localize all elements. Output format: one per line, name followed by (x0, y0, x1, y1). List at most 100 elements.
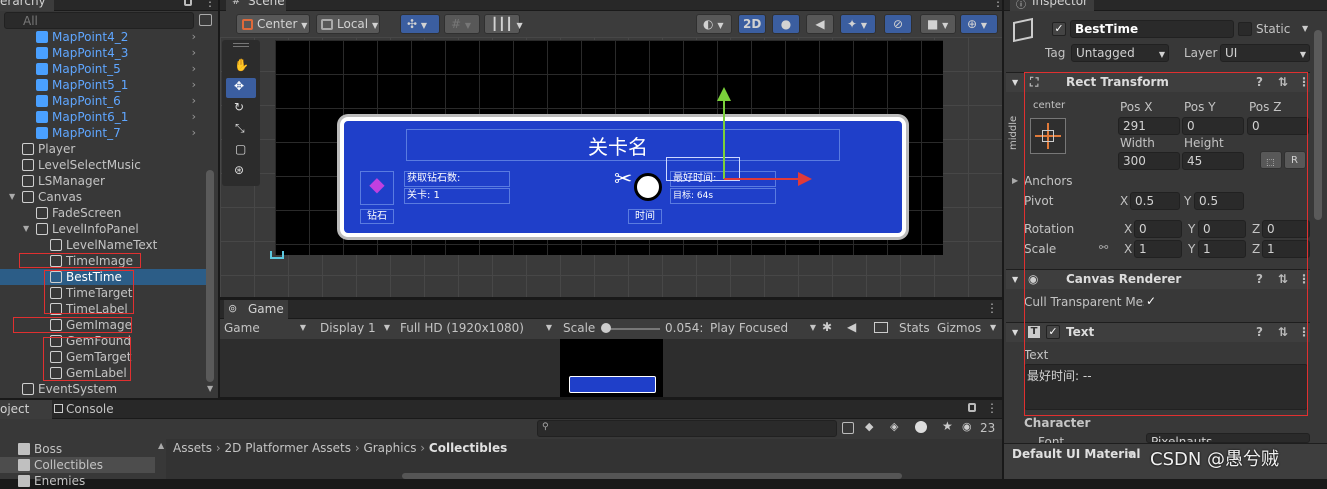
chevron-down-icon[interactable]: ▼ (1128, 450, 1134, 459)
more-menu-icon[interactable]: ⋮ (204, 0, 216, 9)
scroll-up-arrow-icon[interactable]: ▲ (158, 441, 164, 450)
hierarchy-item[interactable]: EventSystem (0, 381, 206, 397)
resolution-dropdown[interactable]: Full HD (1920x1080) ▼ (400, 321, 552, 335)
project-search-input[interactable] (537, 420, 837, 437)
hierarchy-item[interactable]: MapPoint4_3 › (0, 45, 206, 61)
hierarchy-item[interactable]: MapPoint_6 › (0, 93, 206, 109)
bug-icon[interactable]: ✱ (822, 320, 832, 334)
audio-toggle[interactable]: ◀ (806, 14, 834, 34)
chevron-right-icon[interactable]: › (192, 109, 196, 125)
star-icon[interactable]: ★ (942, 419, 953, 433)
foldout-arrow-icon[interactable]: ▶ (1012, 176, 1018, 185)
ruler-snap-button[interactable]: ┃┃┃ ▼ (484, 14, 523, 34)
scene-viewport[interactable]: 关卡名 ◆ 获取钻石数: 关卡: 1 钻石 ✂ 最好时间: 目标: 64s 时间 (220, 37, 1002, 297)
folder-item[interactable]: Boss (0, 441, 166, 457)
material-preview-title[interactable]: Default UI Material (1012, 447, 1141, 461)
tools-grip-icon[interactable] (233, 43, 249, 47)
rotate-tool-button[interactable]: ↻ (226, 99, 256, 119)
chevron-right-icon[interactable]: › (192, 93, 196, 109)
folder-item[interactable]: Collectibles (0, 457, 155, 473)
draw-mode-button[interactable]: ◐ ▼ (696, 14, 732, 34)
chevron-right-icon[interactable]: › (192, 125, 196, 141)
camera-dropdown[interactable]: ■ ▼ (920, 14, 956, 34)
search-by-type-icon[interactable] (199, 14, 212, 26)
move-tool-button[interactable]: ✥ (226, 78, 256, 98)
chevron-right-icon[interactable]: › (192, 61, 196, 77)
hierarchy-scrollbar[interactable] (206, 170, 214, 382)
move-gizmo-x-axis[interactable] (724, 178, 800, 180)
hand-tool-button[interactable]: ✋ (226, 57, 256, 77)
search-by-type-icon[interactable] (842, 422, 854, 434)
stats-button[interactable]: Stats (899, 321, 930, 335)
move-gizmo-y-arrow-icon[interactable] (717, 87, 731, 101)
static-checkbox[interactable] (1238, 22, 1252, 36)
font-object-field[interactable]: Pixelnauts (1146, 433, 1310, 443)
game-view-area[interactable] (220, 339, 1002, 397)
foldout-arrow-icon[interactable]: ▼ (9, 189, 15, 205)
scale-tool-button[interactable]: ⤡ (226, 120, 256, 140)
hierarchy-item[interactable]: MapPoint4_2 › (0, 29, 206, 45)
hierarchy-item[interactable]: LSManager (0, 173, 206, 189)
lock-icon[interactable] (968, 403, 976, 412)
2d-mode-toggle[interactable]: 2D (738, 14, 766, 34)
hierarchy-item[interactable]: ▼ Canvas (0, 189, 206, 205)
foldout-arrow-icon[interactable]: ▼ (23, 221, 29, 237)
breadcrumb-item[interactable]: Graphics (363, 441, 416, 455)
folder-item[interactable]: Enemies (0, 473, 166, 489)
chevron-right-icon[interactable]: › (192, 77, 196, 93)
hierarchy-item[interactable]: MapPoint_5 › (0, 61, 206, 77)
keyboard-icon[interactable] (874, 322, 888, 333)
hierarchy-item[interactable]: MapPoint5_1 › (0, 77, 206, 93)
game-view-dropdown[interactable]: Game ▼ (224, 321, 308, 335)
gizmos-dropdown[interactable]: ⊕ ▼ (960, 14, 998, 34)
warning-icon[interactable] (915, 421, 927, 433)
hierarchy-item[interactable]: FadeScreen (0, 205, 206, 221)
layer-dropdown[interactable]: UI ▼ (1220, 44, 1310, 62)
horizontal-scrollbar[interactable] (402, 473, 902, 479)
gizmos-button[interactable]: Gizmos (937, 321, 981, 335)
hierarchy-item[interactable]: Player (0, 141, 206, 157)
transform-tool-button[interactable]: ⊛ (226, 162, 256, 182)
tab-hierarchy[interactable]: erarchy (0, 0, 54, 11)
tab-project[interactable]: oject (0, 400, 52, 419)
tag-icon[interactable]: ◈ (890, 420, 898, 433)
level-info-panel[interactable]: 关卡名 ◆ 获取钻石数: 关卡: 1 钻石 ✂ 最好时间: 目标: 64s 时间 (340, 117, 906, 237)
audio-icon[interactable]: ◀ (847, 320, 856, 334)
play-mode-dropdown[interactable]: Play Focused ▼ (710, 321, 816, 335)
chevron-right-icon[interactable]: › (192, 29, 196, 45)
more-menu-icon[interactable]: ⋮ (986, 401, 998, 415)
hierarchy-item[interactable]: LevelNameText (0, 237, 206, 253)
hierarchy-search-input[interactable]: All (4, 12, 194, 29)
display-dropdown[interactable]: Display 1 ▼ (320, 321, 392, 335)
breadcrumb-item[interactable]: Assets (173, 441, 212, 455)
rect-tool-button[interactable]: ▢ (226, 141, 256, 161)
chevron-down-icon[interactable]: ▼ (1302, 24, 1308, 33)
scene-visibility-toggle[interactable]: ⊘ (884, 14, 912, 34)
grid-snap-button[interactable]: ✣ ▼ (400, 14, 440, 34)
scale-slider[interactable] (604, 328, 660, 330)
tab-console[interactable]: Console (66, 402, 114, 416)
scroll-down-arrow-icon[interactable]: ▼ (207, 384, 213, 393)
increment-snap-button[interactable]: # ▼ (444, 14, 480, 34)
chevron-right-icon[interactable]: › (192, 45, 196, 61)
breadcrumb-item[interactable]: Collectibles (429, 441, 507, 455)
filter-by-label-icon[interactable]: ◆ (865, 420, 873, 433)
move-gizmo-x-arrow-icon[interactable] (798, 172, 812, 186)
hierarchy-item[interactable]: MapPoint_7 › (0, 125, 206, 141)
scale-slider-thumb[interactable] (601, 323, 611, 333)
gameobject-name-input[interactable]: BestTime (1070, 20, 1234, 38)
hierarchy-item[interactable]: MapPoint6_1 › (0, 109, 206, 125)
more-menu-icon[interactable]: ⋮ (986, 301, 998, 315)
chevron-down-icon[interactable]: ▼ (990, 323, 996, 332)
tag-dropdown[interactable]: Untagged ▼ (1071, 44, 1169, 62)
more-menu-icon[interactable]: ⋮ (992, 0, 1004, 9)
active-checkbox[interactable]: ✓ (1052, 22, 1066, 36)
hierarchy-item[interactable]: LevelSelectMusic (0, 157, 206, 173)
hierarchy-item[interactable]: ▼ LevelInfoPanel (0, 221, 206, 237)
lock-icon[interactable] (184, 0, 192, 6)
breadcrumb-item[interactable]: 2D Platformer Assets (225, 441, 351, 455)
effects-toggle[interactable]: ✦ ▼ (840, 14, 876, 34)
inspector-scrollbar[interactable] (1314, 30, 1322, 220)
lighting-toggle[interactable]: ● (772, 14, 800, 34)
move-gizmo-y-axis[interactable] (723, 97, 725, 179)
